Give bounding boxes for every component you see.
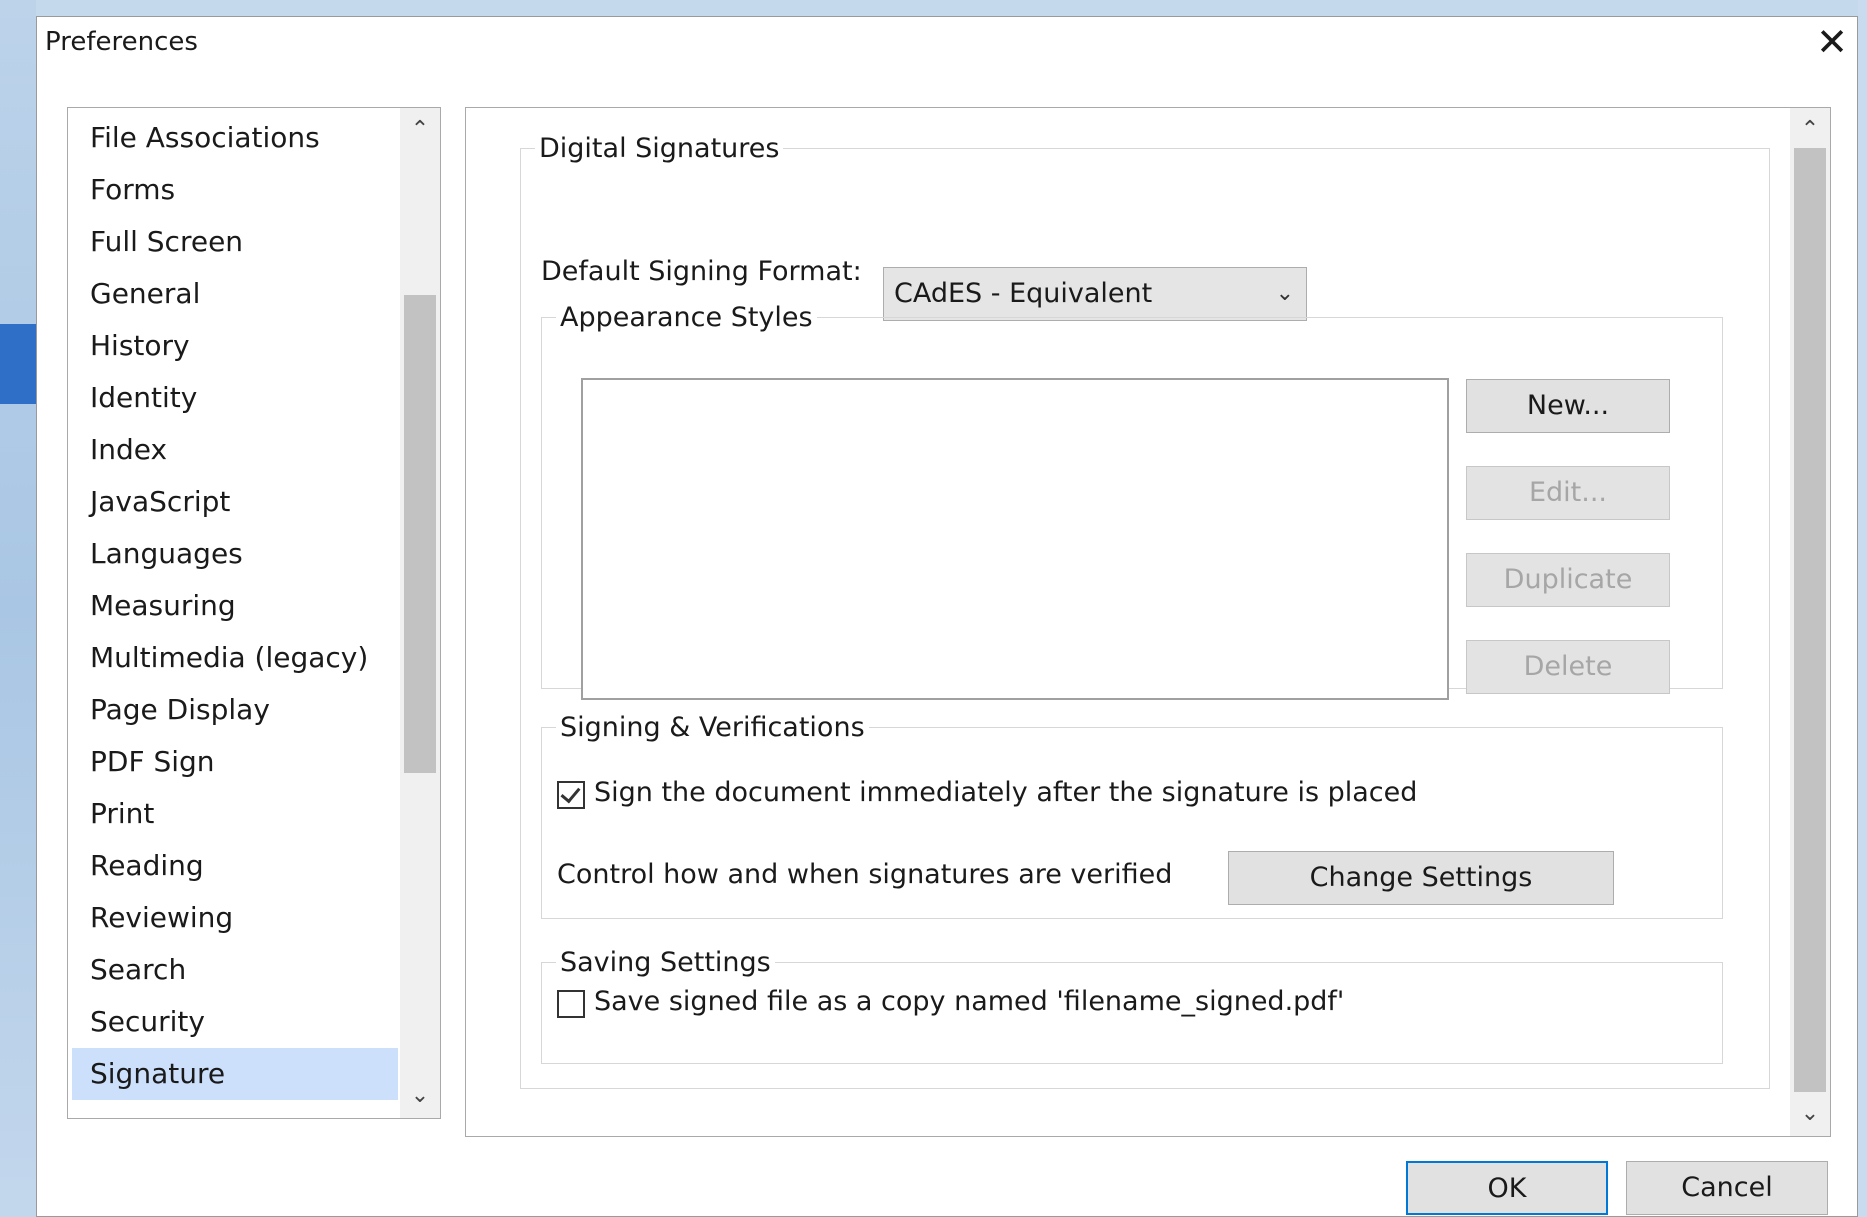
checkmark-icon xyxy=(560,782,581,804)
chevron-down-icon[interactable]: ⌄ xyxy=(1790,1094,1830,1134)
signing-verifications-group: Signing & Verifications Sign the documen… xyxy=(541,712,1723,919)
settings-scrollbar[interactable]: ⌃ ⌄ xyxy=(1790,108,1830,1136)
ok-button[interactable]: OK xyxy=(1406,1161,1608,1215)
close-icon[interactable]: ✕ xyxy=(1807,19,1857,65)
sign-immediately-checkbox[interactable] xyxy=(557,781,585,809)
category-item-page-display[interactable]: Page Display xyxy=(72,684,398,736)
sign-immediately-label: Sign the document immediately after the … xyxy=(594,777,1418,808)
digital-signatures-heading: Digital Signatures xyxy=(539,133,780,164)
desktop-blue-highlight xyxy=(0,324,36,404)
delete-style-button[interactable]: Delete xyxy=(1466,640,1670,694)
category-item-multimedia-legacy[interactable]: Multimedia (legacy) xyxy=(72,632,398,684)
preferences-dialog: Preferences ✕ File Associations Forms Full… xyxy=(36,16,1858,1217)
signing-verifications-heading: Signing & Verifications xyxy=(560,712,865,743)
verification-label: Control how and when signatures are veri… xyxy=(557,859,1173,890)
appearance-styles-list[interactable] xyxy=(581,378,1449,700)
category-item-search[interactable]: Search xyxy=(72,944,398,996)
appearance-styles-heading: Appearance Styles xyxy=(560,302,813,333)
category-item-languages[interactable]: Languages xyxy=(72,528,398,580)
dialog-title: Preferences xyxy=(45,27,198,57)
category-list: File Associations Forms Full Screen General… xyxy=(67,107,441,1119)
category-item-reviewing[interactable]: Reviewing xyxy=(72,892,398,944)
desktop-background-left xyxy=(0,0,36,1217)
signing-format-label: Default Signing Format: xyxy=(541,256,862,287)
digital-signatures-group: Digital Signatures Default Signing Forma… xyxy=(520,133,1770,1089)
save-copy-label: Save signed file as a copy named 'filena… xyxy=(594,986,1345,1017)
saving-settings-heading: Saving Settings xyxy=(560,947,771,978)
category-item-pdf-sign[interactable]: PDF Sign xyxy=(72,736,398,788)
category-item-reading[interactable]: Reading xyxy=(72,840,398,892)
duplicate-style-button[interactable]: Duplicate xyxy=(1466,553,1670,607)
appearance-styles-group: Appearance Styles New... Edit... Duplica… xyxy=(541,302,1723,700)
edit-style-button[interactable]: Edit... xyxy=(1466,466,1670,520)
chevron-up-icon[interactable]: ⌃ xyxy=(1790,110,1830,150)
change-settings-button[interactable]: Change Settings xyxy=(1228,851,1614,905)
category-item-identity[interactable]: Identity xyxy=(72,372,398,424)
category-item-print[interactable]: Print xyxy=(72,788,398,840)
category-item-forms[interactable]: Forms xyxy=(72,164,398,216)
saving-settings-group: Saving Settings Save signed file as a co… xyxy=(541,947,1723,1064)
new-style-button[interactable]: New... xyxy=(1466,379,1670,433)
category-item-history[interactable]: History xyxy=(72,320,398,372)
category-item-signature[interactable]: Signature xyxy=(72,1048,398,1100)
category-item-full-screen[interactable]: Full Screen xyxy=(72,216,398,268)
desktop-background-right xyxy=(1858,0,1867,1217)
category-item-security[interactable]: Security xyxy=(72,996,398,1048)
save-copy-checkbox[interactable] xyxy=(557,990,585,1018)
category-item-javascript[interactable]: JavaScript xyxy=(72,476,398,528)
cancel-button[interactable]: Cancel xyxy=(1626,1161,1828,1215)
category-scrollbar[interactable]: ⌃ ⌄ xyxy=(400,108,440,1118)
category-scroll-thumb[interactable] xyxy=(404,295,436,773)
signature-settings-panel: Digital Signatures Default Signing Forma… xyxy=(465,107,1831,1137)
chevron-up-icon[interactable]: ⌃ xyxy=(400,110,440,150)
category-item-measuring[interactable]: Measuring xyxy=(72,580,398,632)
category-item-general[interactable]: General xyxy=(72,268,398,320)
category-item-file-associations[interactable]: File Associations xyxy=(72,112,398,164)
settings-scroll-thumb[interactable] xyxy=(1794,148,1826,1092)
chevron-down-icon[interactable]: ⌄ xyxy=(400,1076,440,1116)
category-item-index[interactable]: Index xyxy=(72,424,398,476)
